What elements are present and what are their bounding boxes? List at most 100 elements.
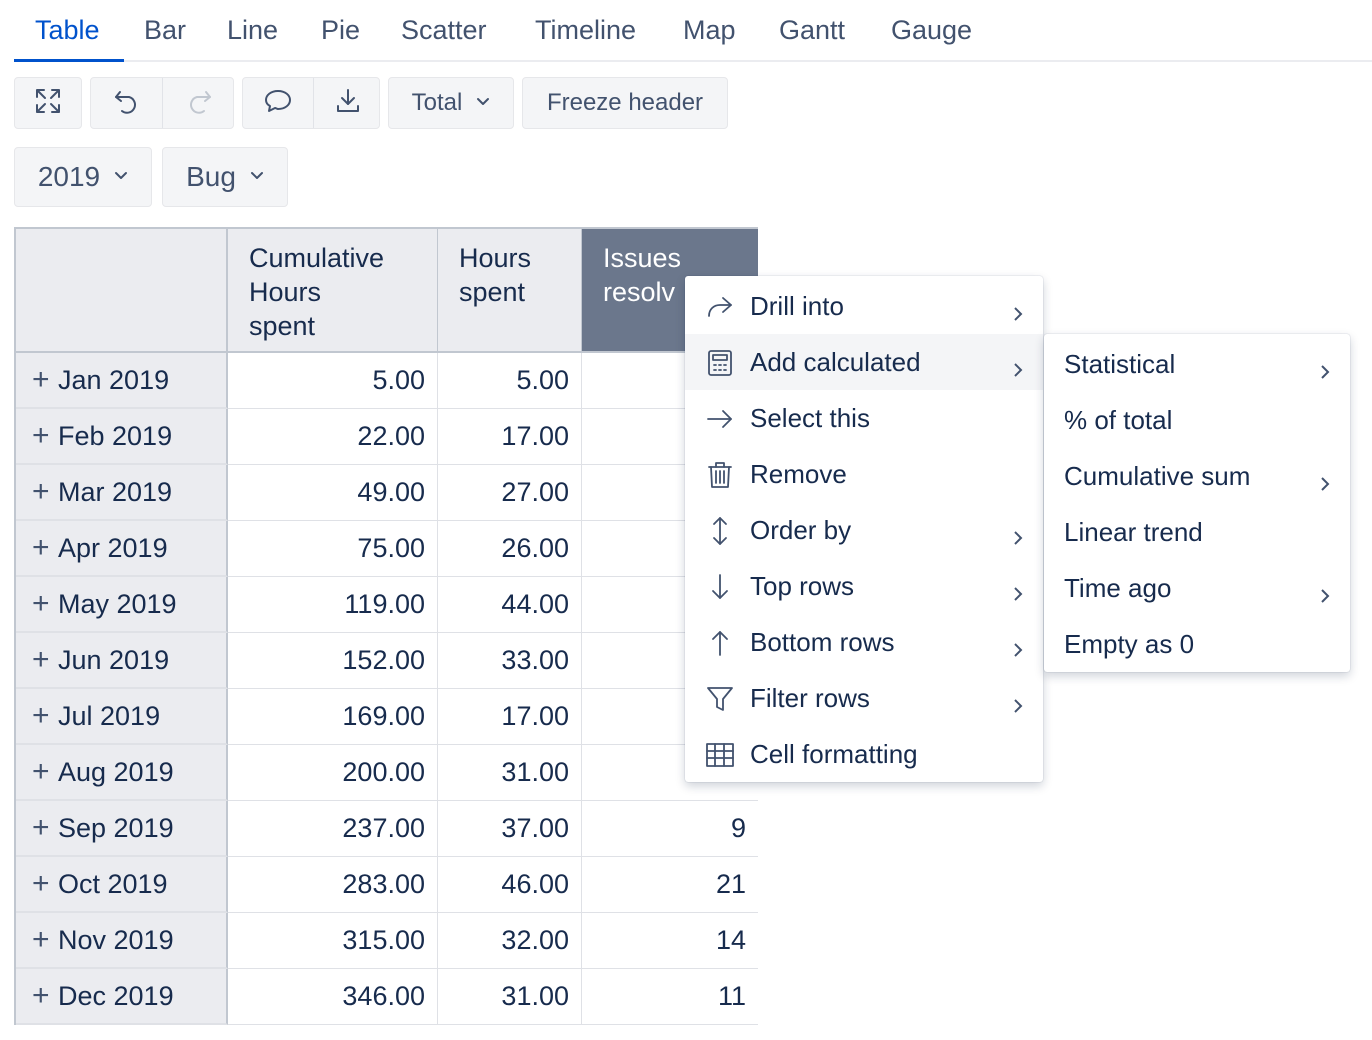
cell-hours-spent[interactable]: 32.00 [438,913,582,969]
column-header-cumulative-hours[interactable]: Cumulative Hours spent [228,229,438,353]
tab-scatter[interactable]: Scatter [401,15,487,46]
submenu-item-cumulative-sum[interactable]: Cumulative sum [1044,448,1350,504]
cell-cumulative-hours[interactable]: 169.00 [228,689,438,745]
cell-cumulative-hours[interactable]: 283.00 [228,857,438,913]
cell-cumulative-hours[interactable]: 22.00 [228,409,438,465]
cell-hours-spent[interactable]: 27.00 [438,465,582,521]
cell-hours-spent[interactable]: 17.00 [438,409,582,465]
cell-hours-spent[interactable]: 33.00 [438,633,582,689]
cell-cumulative-hours[interactable]: 315.00 [228,913,438,969]
fullscreen-button[interactable] [14,77,82,129]
tab-line[interactable]: Line [227,15,278,46]
year-filter-value: 2019 [37,161,101,192]
cell-cumulative-hours[interactable]: 49.00 [228,465,438,521]
comment-button[interactable] [243,78,313,128]
menu-item-label: Cell formatting [750,738,918,769]
menu-item-bottom-rows[interactable]: Bottom rows [685,614,1043,670]
issue-type-filter-dropdown[interactable]: Bug [162,147,288,207]
row-header[interactable]: + Jul 2019 [16,689,228,745]
column-header-hours-spent[interactable]: Hours spent [438,229,582,353]
report-table: Cumulative Hours spent Hours spent Issue… [14,227,758,1025]
cell-issues-resolved[interactable]: 11 [582,969,758,1025]
cell-cumulative-hours[interactable]: 152.00 [228,633,438,689]
menu-item-filter-rows[interactable]: Filter rows [685,670,1043,726]
expand-plus-icon[interactable]: + [32,755,56,789]
tab-gantt[interactable]: Gantt [779,15,845,46]
tab-pie[interactable]: Pie [321,15,360,46]
row-header[interactable]: + Jun 2019 [16,633,228,689]
submenu-item-linear-trend[interactable]: Linear trend [1044,504,1350,560]
tab-bar[interactable]: Bar [144,15,186,46]
submenu-item-empty-as-zero[interactable]: Empty as 0 [1044,616,1350,672]
cell-issues-resolved[interactable]: 21 [582,857,758,913]
expand-plus-icon[interactable]: + [32,923,56,957]
expand-plus-icon[interactable]: + [32,419,56,453]
expand-plus-icon[interactable]: + [32,699,56,733]
expand-plus-icon[interactable]: + [32,811,56,845]
expand-plus-icon[interactable]: + [32,867,56,901]
menu-item-add-calculated[interactable]: Add calculated [685,334,1043,390]
cell-hours-spent[interactable]: 44.00 [438,577,582,633]
menu-item-remove[interactable]: Remove [685,446,1043,502]
redo-button[interactable] [163,78,235,128]
expand-plus-icon[interactable]: + [32,363,56,397]
row-header[interactable]: + Jan 2019 [16,353,228,409]
submenu-item-time-ago[interactable]: Time ago [1044,560,1350,616]
cell-hours-spent[interactable]: 37.00 [438,801,582,857]
row-header[interactable]: + Oct 2019 [16,857,228,913]
row-header[interactable]: + Aug 2019 [16,745,228,801]
submenu-item-statistical[interactable]: Statistical [1044,336,1350,392]
row-label: Apr 2019 [58,532,168,563]
cell-hours-spent[interactable]: 17.00 [438,689,582,745]
tab-gauge[interactable]: Gauge [891,15,972,46]
row-header[interactable]: + Nov 2019 [16,913,228,969]
expand-plus-icon[interactable]: + [32,531,56,565]
submenu-item-label: Cumulative sum [1064,460,1251,491]
freeze-header-button[interactable]: Freeze header [522,77,728,129]
menu-item-cell-formatting[interactable]: Cell formatting [685,726,1043,782]
menu-item-label: Add calculated [750,346,921,377]
row-header[interactable]: + Sep 2019 [16,801,228,857]
cell-hours-spent[interactable]: 31.00 [438,969,582,1025]
menu-item-label: Filter rows [750,682,870,713]
tab-map[interactable]: Map [683,15,736,46]
undo-button[interactable] [91,78,162,128]
cell-hours-spent[interactable]: 26.00 [438,521,582,577]
row-header[interactable]: + May 2019 [16,577,228,633]
undo-icon [112,86,142,121]
expand-plus-icon[interactable]: + [32,587,56,621]
year-filter-dropdown[interactable]: 2019 [14,147,152,207]
tab-table[interactable]: Table [35,15,100,46]
submenu-item-percent-of-total[interactable]: % of total [1044,392,1350,448]
expand-plus-icon[interactable]: + [32,643,56,677]
expand-plus-icon[interactable]: + [32,979,56,1013]
cell-cumulative-hours[interactable]: 75.00 [228,521,438,577]
add-calculated-submenu: Statistical % of total Cumulative sum Li… [1044,334,1350,672]
undo-redo-group [90,77,234,129]
row-header[interactable]: + Dec 2019 [16,969,228,1025]
menu-item-top-rows[interactable]: Top rows [685,558,1043,614]
tab-timeline[interactable]: Timeline [535,15,636,46]
cell-cumulative-hours[interactable]: 5.00 [228,353,438,409]
cell-issues-resolved[interactable]: 14 [582,913,758,969]
menu-item-order-by[interactable]: Order by [685,502,1043,558]
freeze-header-label: Freeze header [546,89,704,116]
row-header[interactable]: + Mar 2019 [16,465,228,521]
cell-cumulative-hours[interactable]: 237.00 [228,801,438,857]
cell-issues-resolved[interactable]: 9 [582,801,758,857]
redo-icon [184,86,214,121]
menu-item-drill-into[interactable]: Drill into [685,278,1043,334]
export-button[interactable] [314,78,381,128]
expand-plus-icon[interactable]: + [32,475,56,509]
menu-item-label: Top rows [750,570,855,601]
cell-hours-spent[interactable]: 31.00 [438,745,582,801]
cell-hours-spent[interactable]: 5.00 [438,353,582,409]
row-header[interactable]: + Feb 2019 [16,409,228,465]
cell-hours-spent[interactable]: 46.00 [438,857,582,913]
menu-item-select-this[interactable]: Select this [685,390,1043,446]
cell-cumulative-hours[interactable]: 119.00 [228,577,438,633]
cell-cumulative-hours[interactable]: 200.00 [228,745,438,801]
total-dropdown[interactable]: Total [388,77,514,129]
row-header[interactable]: + Apr 2019 [16,521,228,577]
cell-cumulative-hours[interactable]: 346.00 [228,969,438,1025]
